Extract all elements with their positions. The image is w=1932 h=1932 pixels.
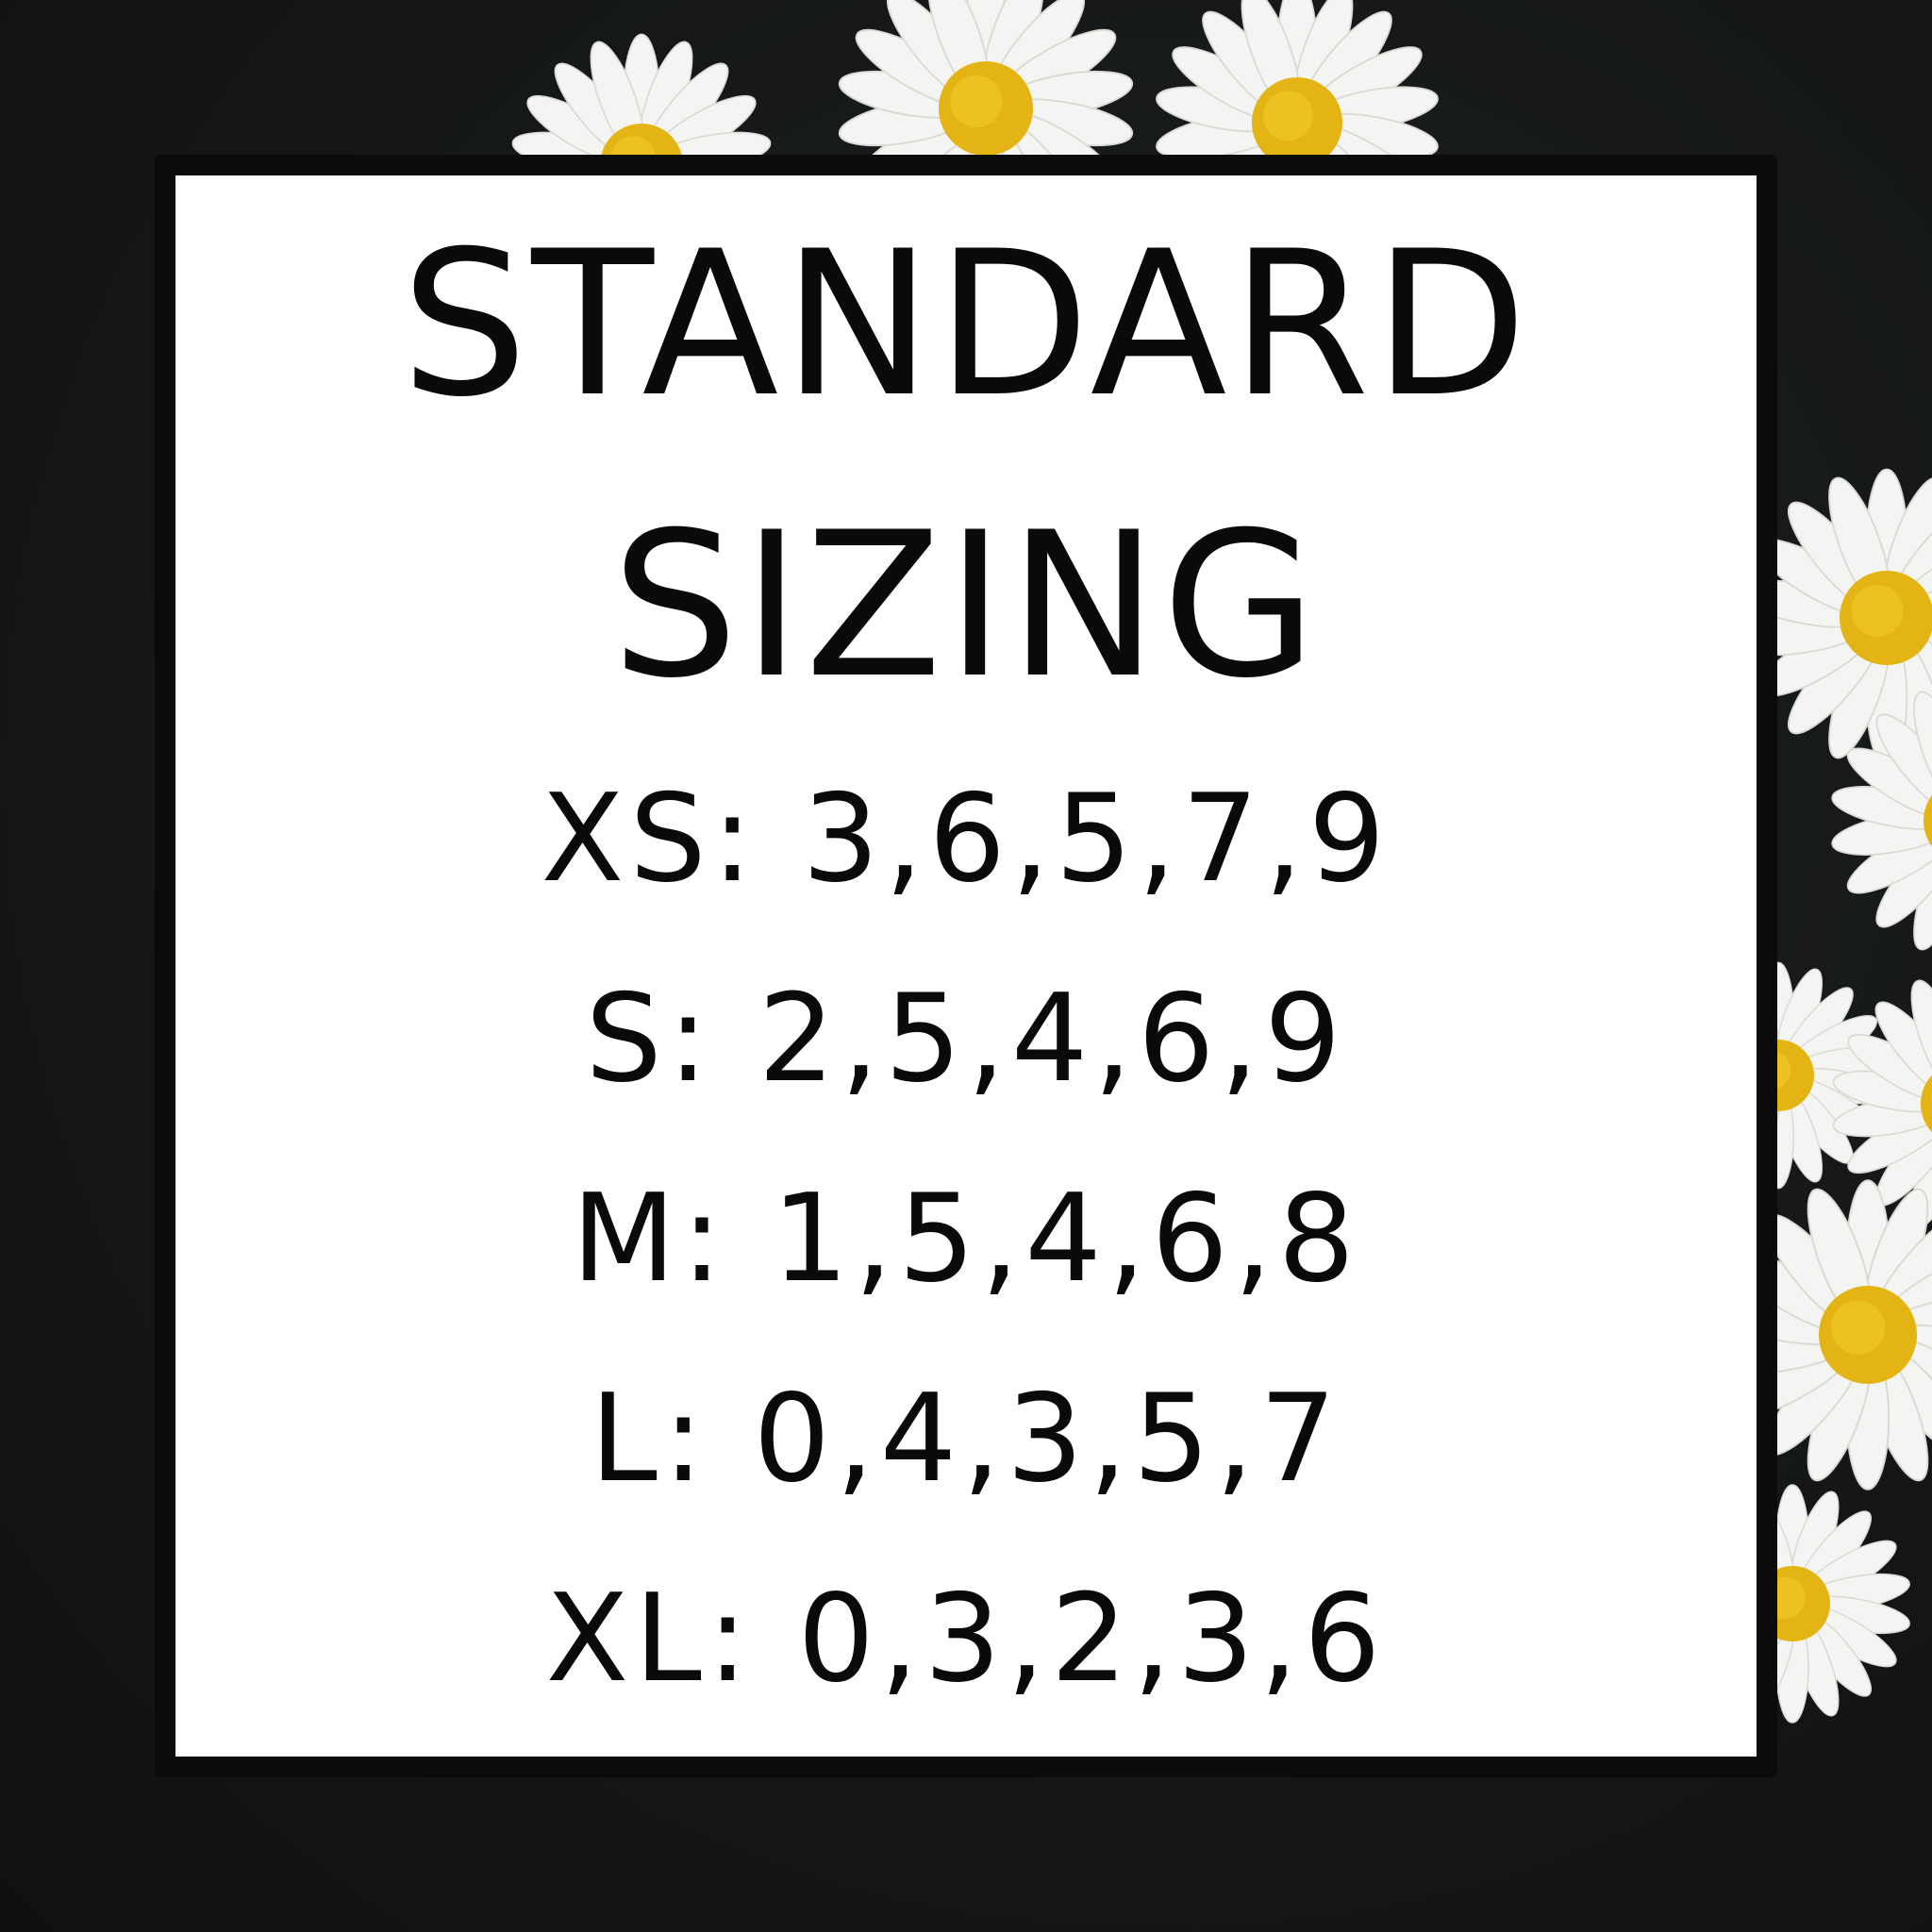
- sizing-graphic: STANDARD SIZING XS: 3,6,5,7,9 S: 2,5,4,6…: [0, 0, 1932, 1932]
- title-line-1: STANDARD: [400, 208, 1532, 441]
- size-row-xl: XL: 0,3,2,3,6: [545, 1569, 1387, 1709]
- sizing-card: STANDARD SIZING XS: 3,6,5,7,9 S: 2,5,4,6…: [155, 155, 1777, 1777]
- size-row-m: M: 1,5,4,6,8: [571, 1169, 1361, 1309]
- title-line-2: SIZING: [611, 489, 1321, 722]
- size-row-xs: XS: 3,6,5,7,9: [541, 769, 1391, 909]
- size-row-l: L: 0,4,3,5,7: [590, 1369, 1342, 1509]
- size-row-s: S: 2,5,4,6,9: [585, 969, 1347, 1109]
